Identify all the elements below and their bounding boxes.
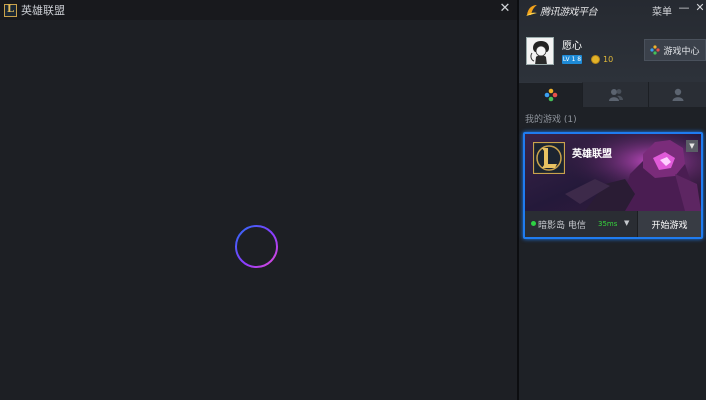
brand-name: 腾讯游戏平台 bbox=[540, 7, 598, 18]
server-name[interactable]: 暗影岛 电信 bbox=[538, 218, 586, 231]
panel-header: 腾讯游戏平台 菜单 — ✕ 愿心 LV 1 8 10 游戏中心 bbox=[519, 0, 706, 82]
platform-panel: 腾讯游戏平台 菜单 — ✕ 愿心 LV 1 8 10 游戏中心 我的游戏 (1)… bbox=[519, 0, 706, 400]
coin-count: 10 bbox=[603, 55, 614, 64]
my-games-label: 我的游戏 (1) bbox=[525, 115, 577, 125]
tencent-logo-icon bbox=[526, 5, 537, 16]
tab-friends[interactable] bbox=[583, 82, 649, 107]
lol-logo-letter: L bbox=[6, 4, 15, 15]
game-center-button[interactable]: 游戏中心 bbox=[644, 39, 706, 61]
game-card-art: 英雄联盟 ▼ bbox=[525, 134, 701, 211]
server-status-icon bbox=[531, 221, 536, 226]
game-card-title: 英雄联盟 bbox=[572, 149, 612, 160]
person-icon bbox=[672, 88, 683, 101]
game-window-title: 英雄联盟 bbox=[21, 4, 65, 17]
game-card-footer: 暗影岛 电信 35ms ▼ 开始游戏 bbox=[525, 211, 701, 237]
level-badge: LV 1 8 bbox=[562, 55, 582, 64]
tab-profile[interactable] bbox=[649, 82, 706, 107]
server-select-chevron-icon[interactable]: ▼ bbox=[624, 219, 629, 227]
desktop: L 英雄联盟 ✕ 腾讯游戏平台 菜单 — ✕ 愿心 LV 1 8 10 游戏中心… bbox=[0, 0, 706, 400]
menu-button[interactable]: 菜单 bbox=[652, 3, 672, 18]
game-client-window: L 英雄联盟 ✕ bbox=[0, 0, 517, 400]
tab-games[interactable] bbox=[519, 82, 583, 107]
server-ping: 35ms bbox=[598, 220, 618, 228]
game-center-label: 游戏中心 bbox=[663, 46, 700, 57]
game-center-icon bbox=[650, 45, 661, 55]
game-titlebar: L 英雄联盟 ✕ bbox=[0, 0, 517, 20]
brand: 腾讯游戏平台 bbox=[525, 3, 598, 18]
username: 愿心 bbox=[562, 41, 582, 52]
lol-logo-icon: L bbox=[4, 3, 17, 17]
minimize-button[interactable]: — bbox=[678, 1, 690, 15]
game-close-button[interactable]: ✕ bbox=[497, 1, 513, 17]
close-button[interactable]: ✕ bbox=[694, 1, 706, 15]
game-card-lol[interactable]: 英雄联盟 ▼ 暗影岛 电信 35ms ▼ 开始游戏 bbox=[523, 132, 703, 239]
coin-icon bbox=[591, 55, 600, 64]
lol-game-logo-icon bbox=[533, 142, 565, 174]
panel-tabs bbox=[519, 82, 706, 107]
avatar-character-icon bbox=[527, 38, 553, 64]
gamepad-icon bbox=[544, 88, 557, 102]
avatar[interactable] bbox=[526, 37, 554, 65]
start-game-button[interactable]: 开始游戏 bbox=[637, 211, 701, 237]
card-dropdown-icon[interactable]: ▼ bbox=[686, 140, 698, 152]
loading-spinner-icon bbox=[235, 225, 278, 268]
friends-icon bbox=[608, 89, 623, 101]
